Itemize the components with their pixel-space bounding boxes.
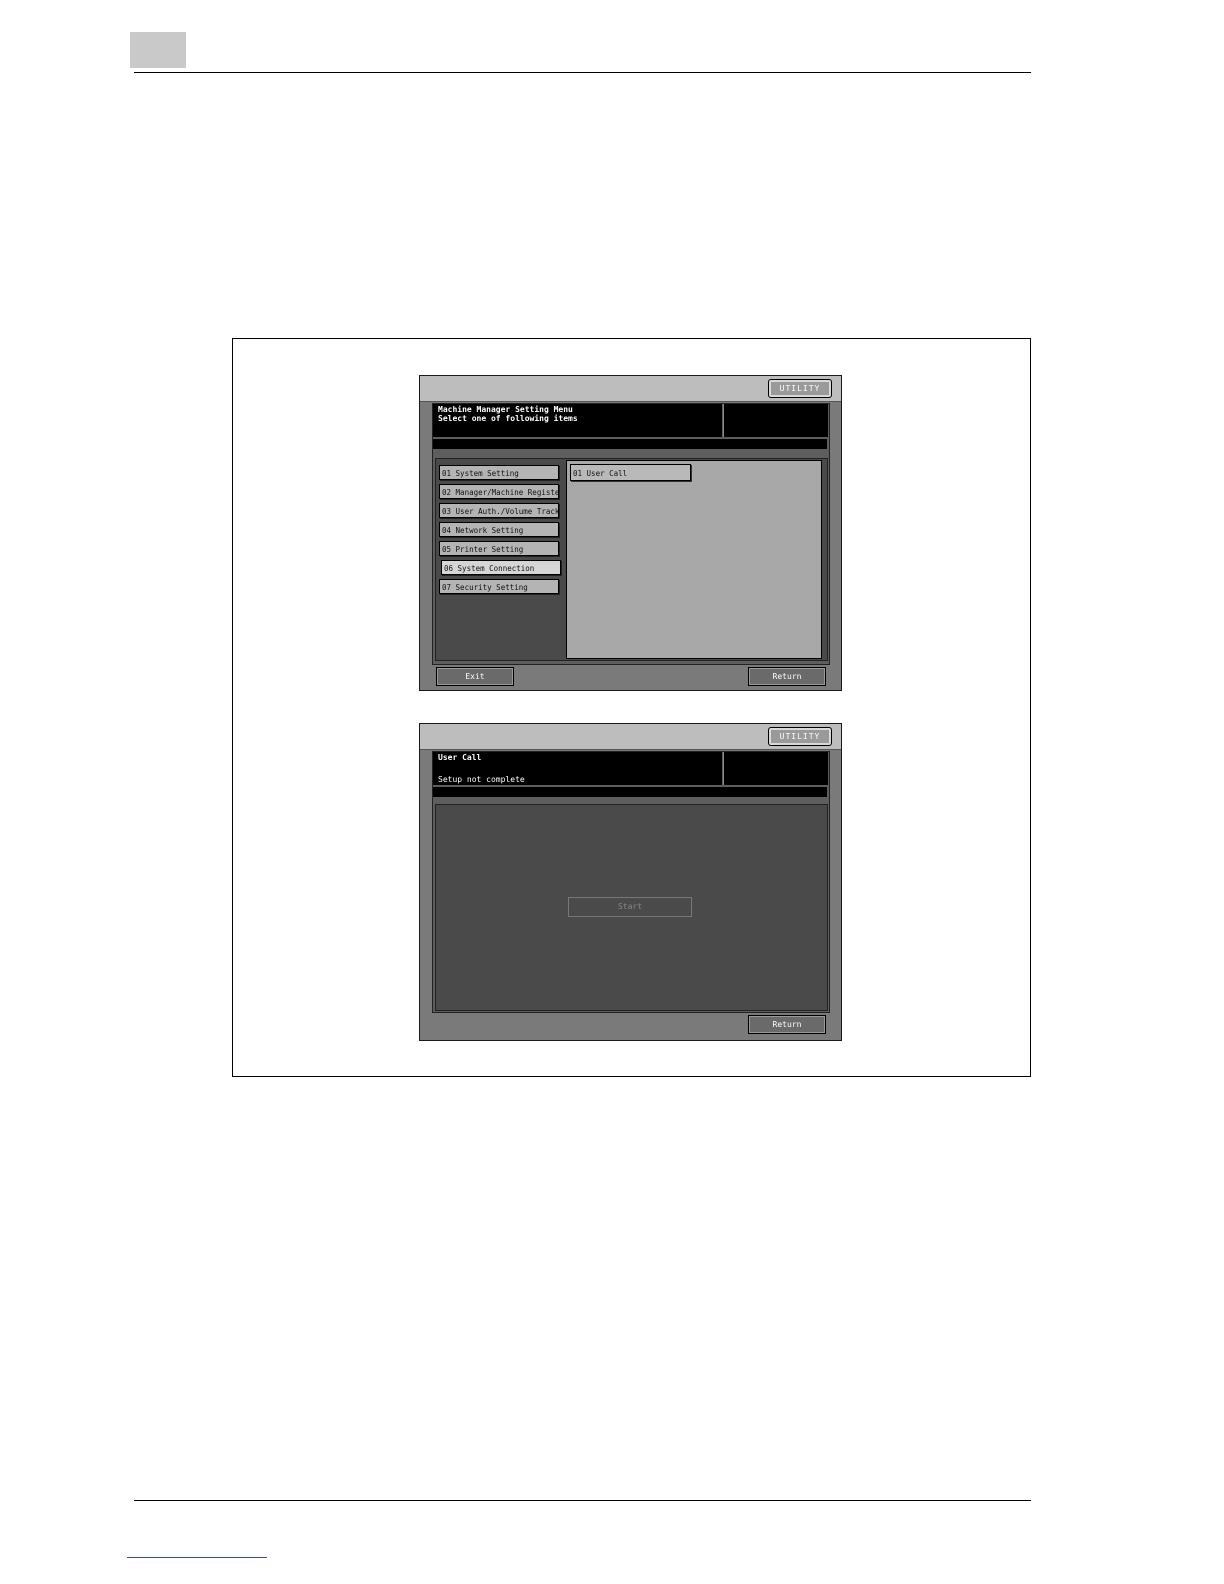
message-area: Machine Manager Setting Menu Select one … [433, 404, 722, 437]
menu-item-user-auth-volume-track[interactable]: 03 User Auth./Volume Track [439, 503, 559, 518]
utility-button[interactable]: UTILITY [768, 379, 832, 398]
message-area: User Call Setup not complete [433, 752, 722, 785]
exit-button[interactable]: Exit [436, 667, 514, 686]
return-button[interactable]: Return [748, 667, 826, 686]
menu-item-manager-machine-register[interactable]: 02 Manager/Machine Register [439, 484, 559, 499]
submenu-item-user-call[interactable]: 01 User Call [570, 464, 691, 481]
screen-topbar: UTILITY [420, 376, 841, 402]
footer-rule [134, 1500, 1031, 1501]
message-strip [433, 439, 827, 449]
message-side-panel [723, 752, 828, 785]
menu-item-system-setting[interactable]: 01 System Setting [439, 465, 559, 480]
user-call-screen: UTILITY User Call Setup not complete Sta… [419, 723, 842, 1041]
status-message: Setup not complete [438, 775, 525, 784]
menu-item-network-setting[interactable]: 04 Network Setting [439, 522, 559, 537]
footer-link-underline [127, 1557, 267, 1558]
menu-item-security-setting[interactable]: 07 Security Setting [439, 579, 559, 594]
message-title: User Call [438, 753, 482, 762]
chapter-tab [130, 32, 186, 68]
message-subtitle: Select one of following items [438, 414, 578, 423]
utility-button[interactable]: UTILITY [768, 727, 832, 746]
machine-manager-screen: UTILITY Machine Manager Setting Menu Sel… [419, 375, 842, 691]
menu-item-printer-setting[interactable]: 05 Printer Setting [439, 541, 559, 556]
submenu-panel [566, 460, 822, 659]
menu-item-system-connection[interactable]: 06 System Connection [441, 560, 561, 575]
start-button[interactable]: Start [568, 897, 692, 917]
message-title: Machine Manager Setting Menu [438, 405, 573, 414]
message-strip [433, 787, 827, 797]
screen-topbar: UTILITY [420, 724, 841, 750]
return-button[interactable]: Return [748, 1015, 826, 1034]
header-rule [134, 72, 1031, 73]
message-side-panel [723, 404, 828, 437]
